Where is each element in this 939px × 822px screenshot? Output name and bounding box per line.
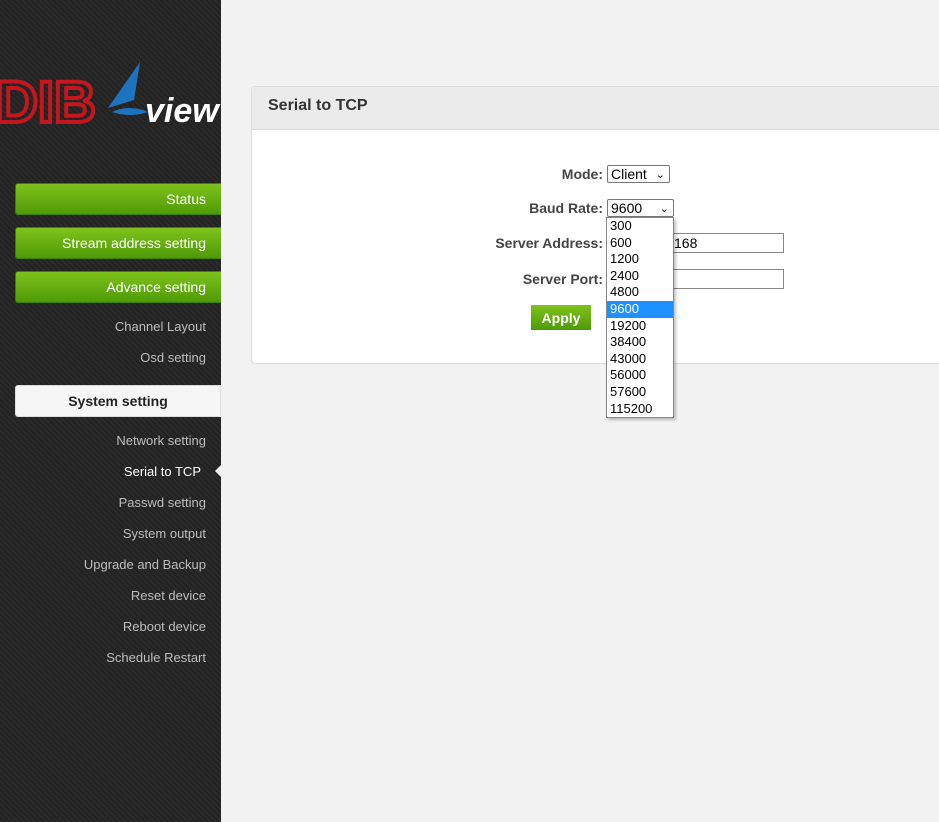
sidebar-item-upgrade-backup[interactable]: Upgrade and Backup [84,557,206,572]
menu-stream-address[interactable]: Stream address setting [15,227,221,259]
sidebar-item-osd-setting[interactable]: Osd setting [140,350,206,365]
baud-rate-select[interactable]: 9600 ⌄ [607,199,674,217]
sidebar-item-system-output[interactable]: System output [123,526,206,541]
mode-select-value: Client [611,166,647,182]
sidebar-item-reset-device[interactable]: Reset device [131,588,206,603]
baud-option[interactable]: 4800 [607,284,673,301]
sail-icon [108,62,140,108]
brand-part2: view [145,92,221,130]
baud-option[interactable]: 115200 [607,401,673,418]
chevron-down-icon: ⌄ [659,203,669,215]
sidebar-item-schedule-restart[interactable]: Schedule Restart [106,650,206,665]
baud-option[interactable]: 43000 [607,351,673,368]
baud-rate-dropdown-list[interactable]: 300 600 1200 2400 4800 9600 19200 38400 43000 560… [606,217,674,419]
brand-part1: DIB [0,70,96,130]
brand-logo: DIB view [0,60,221,130]
mode-select[interactable]: Client ⌄ [607,165,670,183]
baud-option[interactable]: 1200 [607,251,673,268]
sidebar-item-channel-layout[interactable]: Channel Layout [115,319,206,334]
baud-rate-label: Baud Rate: [529,200,603,216]
mode-label: Mode: [561,166,603,182]
sidebar-item-passwd-setting[interactable]: Passwd setting [119,495,206,510]
apply-button[interactable]: Apply [531,305,591,330]
server-port-label: Server Port: [522,271,603,287]
baud-rate-select-value: 9600 [611,200,643,216]
sidebar-item-reboot-device[interactable]: Reboot device [123,619,206,634]
menu-system-setting[interactable]: System setting [15,385,221,417]
sidebar-item-serial-to-tcp[interactable]: Serial to TCP [124,464,201,479]
baud-option[interactable]: 9600 [607,300,673,318]
sidebar-item-network-setting[interactable]: Network setting [116,433,206,448]
menu-advance-setting[interactable]: Advance setting [15,271,221,303]
wave-icon [112,108,148,115]
baud-option[interactable]: 600 [607,235,673,252]
logo-graphic: DIB view [0,62,221,130]
baud-option[interactable]: 38400 [607,334,673,351]
baud-option[interactable]: 56000 [607,367,673,384]
serial-to-tcp-panel: Serial to TCP Mode: Client ⌄ Baud Rate: … [251,86,939,364]
chevron-down-icon: ⌄ [655,169,665,181]
sidebar: DIB view Status Stream address setting A… [0,0,221,822]
menu-status[interactable]: Status [15,183,221,215]
baud-option[interactable]: 300 [607,218,673,235]
baud-option[interactable]: 57600 [607,384,673,401]
server-address-label: Server Address: [495,235,603,251]
baud-option[interactable]: 2400 [607,268,673,285]
baud-option[interactable]: 19200 [607,318,673,335]
page-title: Serial to TCP [268,97,368,114]
active-indicator-arrow [215,465,221,477]
